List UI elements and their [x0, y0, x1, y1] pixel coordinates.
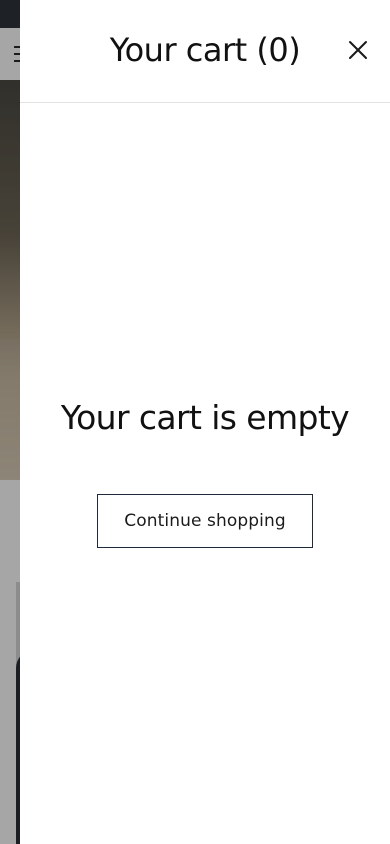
close-cart-button[interactable] [342, 34, 374, 66]
continue-shopping-button[interactable]: Continue shopping [97, 494, 313, 548]
viewport: Your cart (0) Your cart is empty Continu… [0, 0, 390, 844]
cart-title: Your cart (0) [109, 31, 301, 69]
close-icon [349, 41, 367, 59]
cart-drawer: Your cart (0) Your cart is empty Continu… [20, 0, 390, 844]
empty-cart-heading: Your cart is empty [60, 398, 350, 437]
empty-cart-message: Your cart is empty [20, 396, 390, 440]
cart-drawer-header: Your cart (0) [20, 0, 390, 103]
